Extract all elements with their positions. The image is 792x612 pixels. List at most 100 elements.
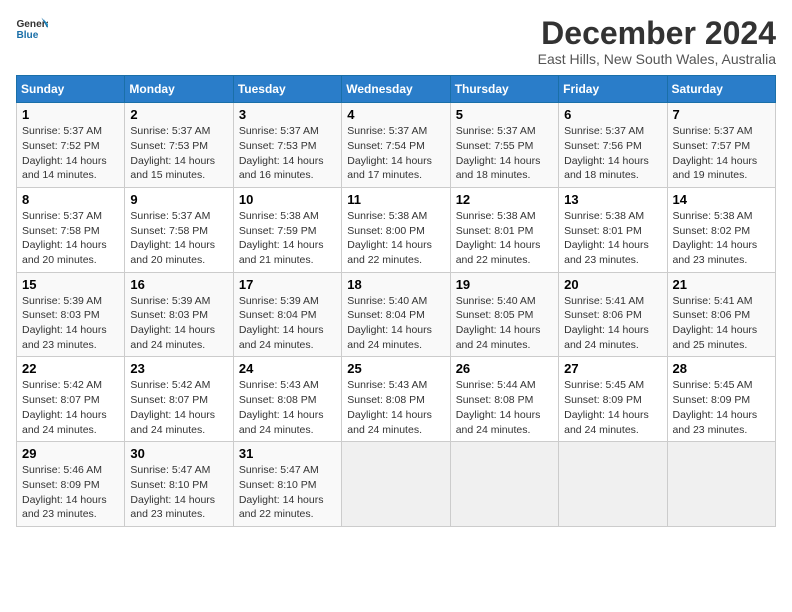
calendar-cell: 17 Sunrise: 5:39 AMSunset: 8:04 PMDayligh… xyxy=(233,272,341,357)
calendar-cell: 12 Sunrise: 5:38 AMSunset: 8:01 PMDayligh… xyxy=(450,187,558,272)
col-monday: Monday xyxy=(125,76,233,103)
day-number: 23 xyxy=(130,361,227,376)
calendar-cell: 8 Sunrise: 5:37 AMSunset: 7:58 PMDaylight… xyxy=(17,187,125,272)
day-number: 19 xyxy=(456,277,553,292)
col-wednesday: Wednesday xyxy=(342,76,450,103)
day-info: Sunrise: 5:39 AMSunset: 8:03 PMDaylight:… xyxy=(130,294,227,353)
calendar-row: 1 Sunrise: 5:37 AMSunset: 7:52 PMDaylight… xyxy=(17,103,776,188)
day-number: 22 xyxy=(22,361,119,376)
day-number: 2 xyxy=(130,107,227,122)
col-tuesday: Tuesday xyxy=(233,76,341,103)
day-info: Sunrise: 5:47 AMSunset: 8:10 PMDaylight:… xyxy=(239,463,336,522)
logo: General Blue xyxy=(16,16,48,44)
calendar-cell: 5Sunrise: 5:37 AMSunset: 7:55 PMDaylight… xyxy=(450,103,558,188)
calendar-row: 8 Sunrise: 5:37 AMSunset: 7:58 PMDaylight… xyxy=(17,187,776,272)
day-number: 13 xyxy=(564,192,661,207)
calendar-cell xyxy=(342,442,450,527)
calendar-cell: 28Sunrise: 5:45 AMSunset: 8:09 PMDayligh… xyxy=(667,357,775,442)
day-info: Sunrise: 5:42 AMSunset: 8:07 PMDaylight:… xyxy=(22,378,119,437)
calendar-cell: 4 Sunrise: 5:37 AMSunset: 7:54 PMDaylight… xyxy=(342,103,450,188)
day-info: Sunrise: 5:37 AMSunset: 7:56 PMDaylight:… xyxy=(564,124,661,183)
calendar-cell: 24 Sunrise: 5:43 AMSunset: 8:08 PMDayligh… xyxy=(233,357,341,442)
day-number: 14 xyxy=(673,192,770,207)
day-number: 30 xyxy=(130,446,227,461)
calendar-cell: 3 Sunrise: 5:37 AMSunset: 7:53 PMDaylight… xyxy=(233,103,341,188)
calendar-row: 15 Sunrise: 5:39 AMSunset: 8:03 PMDayligh… xyxy=(17,272,776,357)
day-number: 29 xyxy=(22,446,119,461)
calendar-cell: 18Sunrise: 5:40 AMSunset: 8:04 PMDayligh… xyxy=(342,272,450,357)
day-info: Sunrise: 5:45 AMSunset: 8:09 PMDaylight:… xyxy=(564,378,661,437)
calendar-cell: 7Sunrise: 5:37 AMSunset: 7:57 PMDaylight… xyxy=(667,103,775,188)
day-number: 10 xyxy=(239,192,336,207)
day-number: 6 xyxy=(564,107,661,122)
day-number: 8 xyxy=(22,192,119,207)
day-number: 26 xyxy=(456,361,553,376)
day-number: 24 xyxy=(239,361,336,376)
day-info: Sunrise: 5:37 AMSunset: 7:54 PMDaylight:… xyxy=(347,124,444,183)
day-info: Sunrise: 5:39 AMSunset: 8:04 PMDaylight:… xyxy=(239,294,336,353)
day-info: Sunrise: 5:37 AMSunset: 7:53 PMDaylight:… xyxy=(130,124,227,183)
day-number: 17 xyxy=(239,277,336,292)
day-number: 21 xyxy=(673,277,770,292)
day-info: Sunrise: 5:38 AMSunset: 7:59 PMDaylight:… xyxy=(239,209,336,268)
day-info: Sunrise: 5:41 AMSunset: 8:06 PMDaylight:… xyxy=(673,294,770,353)
page-subtitle: East Hills, New South Wales, Australia xyxy=(538,51,776,67)
day-number: 28 xyxy=(673,361,770,376)
calendar-cell: 23Sunrise: 5:42 AMSunset: 8:07 PMDayligh… xyxy=(125,357,233,442)
day-number: 5 xyxy=(456,107,553,122)
logo-icon: General Blue xyxy=(16,16,48,44)
calendar-cell: 31 Sunrise: 5:47 AMSunset: 8:10 PMDayligh… xyxy=(233,442,341,527)
calendar-cell: 16 Sunrise: 5:39 AMSunset: 8:03 PMDayligh… xyxy=(125,272,233,357)
calendar-cell: 2 Sunrise: 5:37 AMSunset: 7:53 PMDaylight… xyxy=(125,103,233,188)
header: General Blue December 2024 East Hills, N… xyxy=(16,16,776,67)
day-number: 31 xyxy=(239,446,336,461)
calendar-cell xyxy=(667,442,775,527)
header-row: Sunday Monday Tuesday Wednesday Thursday… xyxy=(17,76,776,103)
day-number: 11 xyxy=(347,192,444,207)
title-block: December 2024 East Hills, New South Wale… xyxy=(538,16,776,67)
day-info: Sunrise: 5:37 AMSunset: 7:53 PMDaylight:… xyxy=(239,124,336,183)
day-info: Sunrise: 5:38 AMSunset: 8:02 PMDaylight:… xyxy=(673,209,770,268)
calendar-cell: 1 Sunrise: 5:37 AMSunset: 7:52 PMDaylight… xyxy=(17,103,125,188)
day-info: Sunrise: 5:38 AMSunset: 8:00 PMDaylight:… xyxy=(347,209,444,268)
calendar-cell: 14 Sunrise: 5:38 AMSunset: 8:02 PMDayligh… xyxy=(667,187,775,272)
day-number: 27 xyxy=(564,361,661,376)
day-number: 3 xyxy=(239,107,336,122)
day-info: Sunrise: 5:38 AMSunset: 8:01 PMDaylight:… xyxy=(564,209,661,268)
day-info: Sunrise: 5:40 AMSunset: 8:05 PMDaylight:… xyxy=(456,294,553,353)
day-info: Sunrise: 5:39 AMSunset: 8:03 PMDaylight:… xyxy=(22,294,119,353)
day-info: Sunrise: 5:44 AMSunset: 8:08 PMDaylight:… xyxy=(456,378,553,437)
calendar-cell xyxy=(450,442,558,527)
col-thursday: Thursday xyxy=(450,76,558,103)
calendar-cell: 11 Sunrise: 5:38 AMSunset: 8:00 PMDayligh… xyxy=(342,187,450,272)
day-info: Sunrise: 5:43 AMSunset: 8:08 PMDaylight:… xyxy=(239,378,336,437)
calendar-row: 29 Sunrise: 5:46 AMSunset: 8:09 PMDayligh… xyxy=(17,442,776,527)
day-number: 20 xyxy=(564,277,661,292)
day-number: 1 xyxy=(22,107,119,122)
day-number: 15 xyxy=(22,277,119,292)
day-info: Sunrise: 5:47 AMSunset: 8:10 PMDaylight:… xyxy=(130,463,227,522)
day-number: 12 xyxy=(456,192,553,207)
calendar-cell: 27 Sunrise: 5:45 AMSunset: 8:09 PMDayligh… xyxy=(559,357,667,442)
col-saturday: Saturday xyxy=(667,76,775,103)
calendar-cell: 21 Sunrise: 5:41 AMSunset: 8:06 PMDayligh… xyxy=(667,272,775,357)
calendar-cell: 10 Sunrise: 5:38 AMSunset: 7:59 PMDayligh… xyxy=(233,187,341,272)
calendar-cell: 13 Sunrise: 5:38 AMSunset: 8:01 PMDayligh… xyxy=(559,187,667,272)
day-number: 9 xyxy=(130,192,227,207)
day-info: Sunrise: 5:37 AMSunset: 7:58 PMDaylight:… xyxy=(22,209,119,268)
day-info: Sunrise: 5:37 AMSunset: 7:58 PMDaylight:… xyxy=(130,209,227,268)
day-number: 16 xyxy=(130,277,227,292)
col-friday: Friday xyxy=(559,76,667,103)
calendar-cell xyxy=(559,442,667,527)
calendar-cell: 29 Sunrise: 5:46 AMSunset: 8:09 PMDayligh… xyxy=(17,442,125,527)
day-info: Sunrise: 5:37 AMSunset: 7:52 PMDaylight:… xyxy=(22,124,119,183)
day-info: Sunrise: 5:38 AMSunset: 8:01 PMDaylight:… xyxy=(456,209,553,268)
svg-text:Blue: Blue xyxy=(16,30,38,41)
day-info: Sunrise: 5:46 AMSunset: 8:09 PMDaylight:… xyxy=(22,463,119,522)
calendar-cell: 9 Sunrise: 5:37 AMSunset: 7:58 PMDaylight… xyxy=(125,187,233,272)
day-info: Sunrise: 5:41 AMSunset: 8:06 PMDaylight:… xyxy=(564,294,661,353)
day-number: 4 xyxy=(347,107,444,122)
col-sunday: Sunday xyxy=(17,76,125,103)
day-info: Sunrise: 5:37 AMSunset: 7:57 PMDaylight:… xyxy=(673,124,770,183)
calendar-cell: 25Sunrise: 5:43 AMSunset: 8:08 PMDayligh… xyxy=(342,357,450,442)
